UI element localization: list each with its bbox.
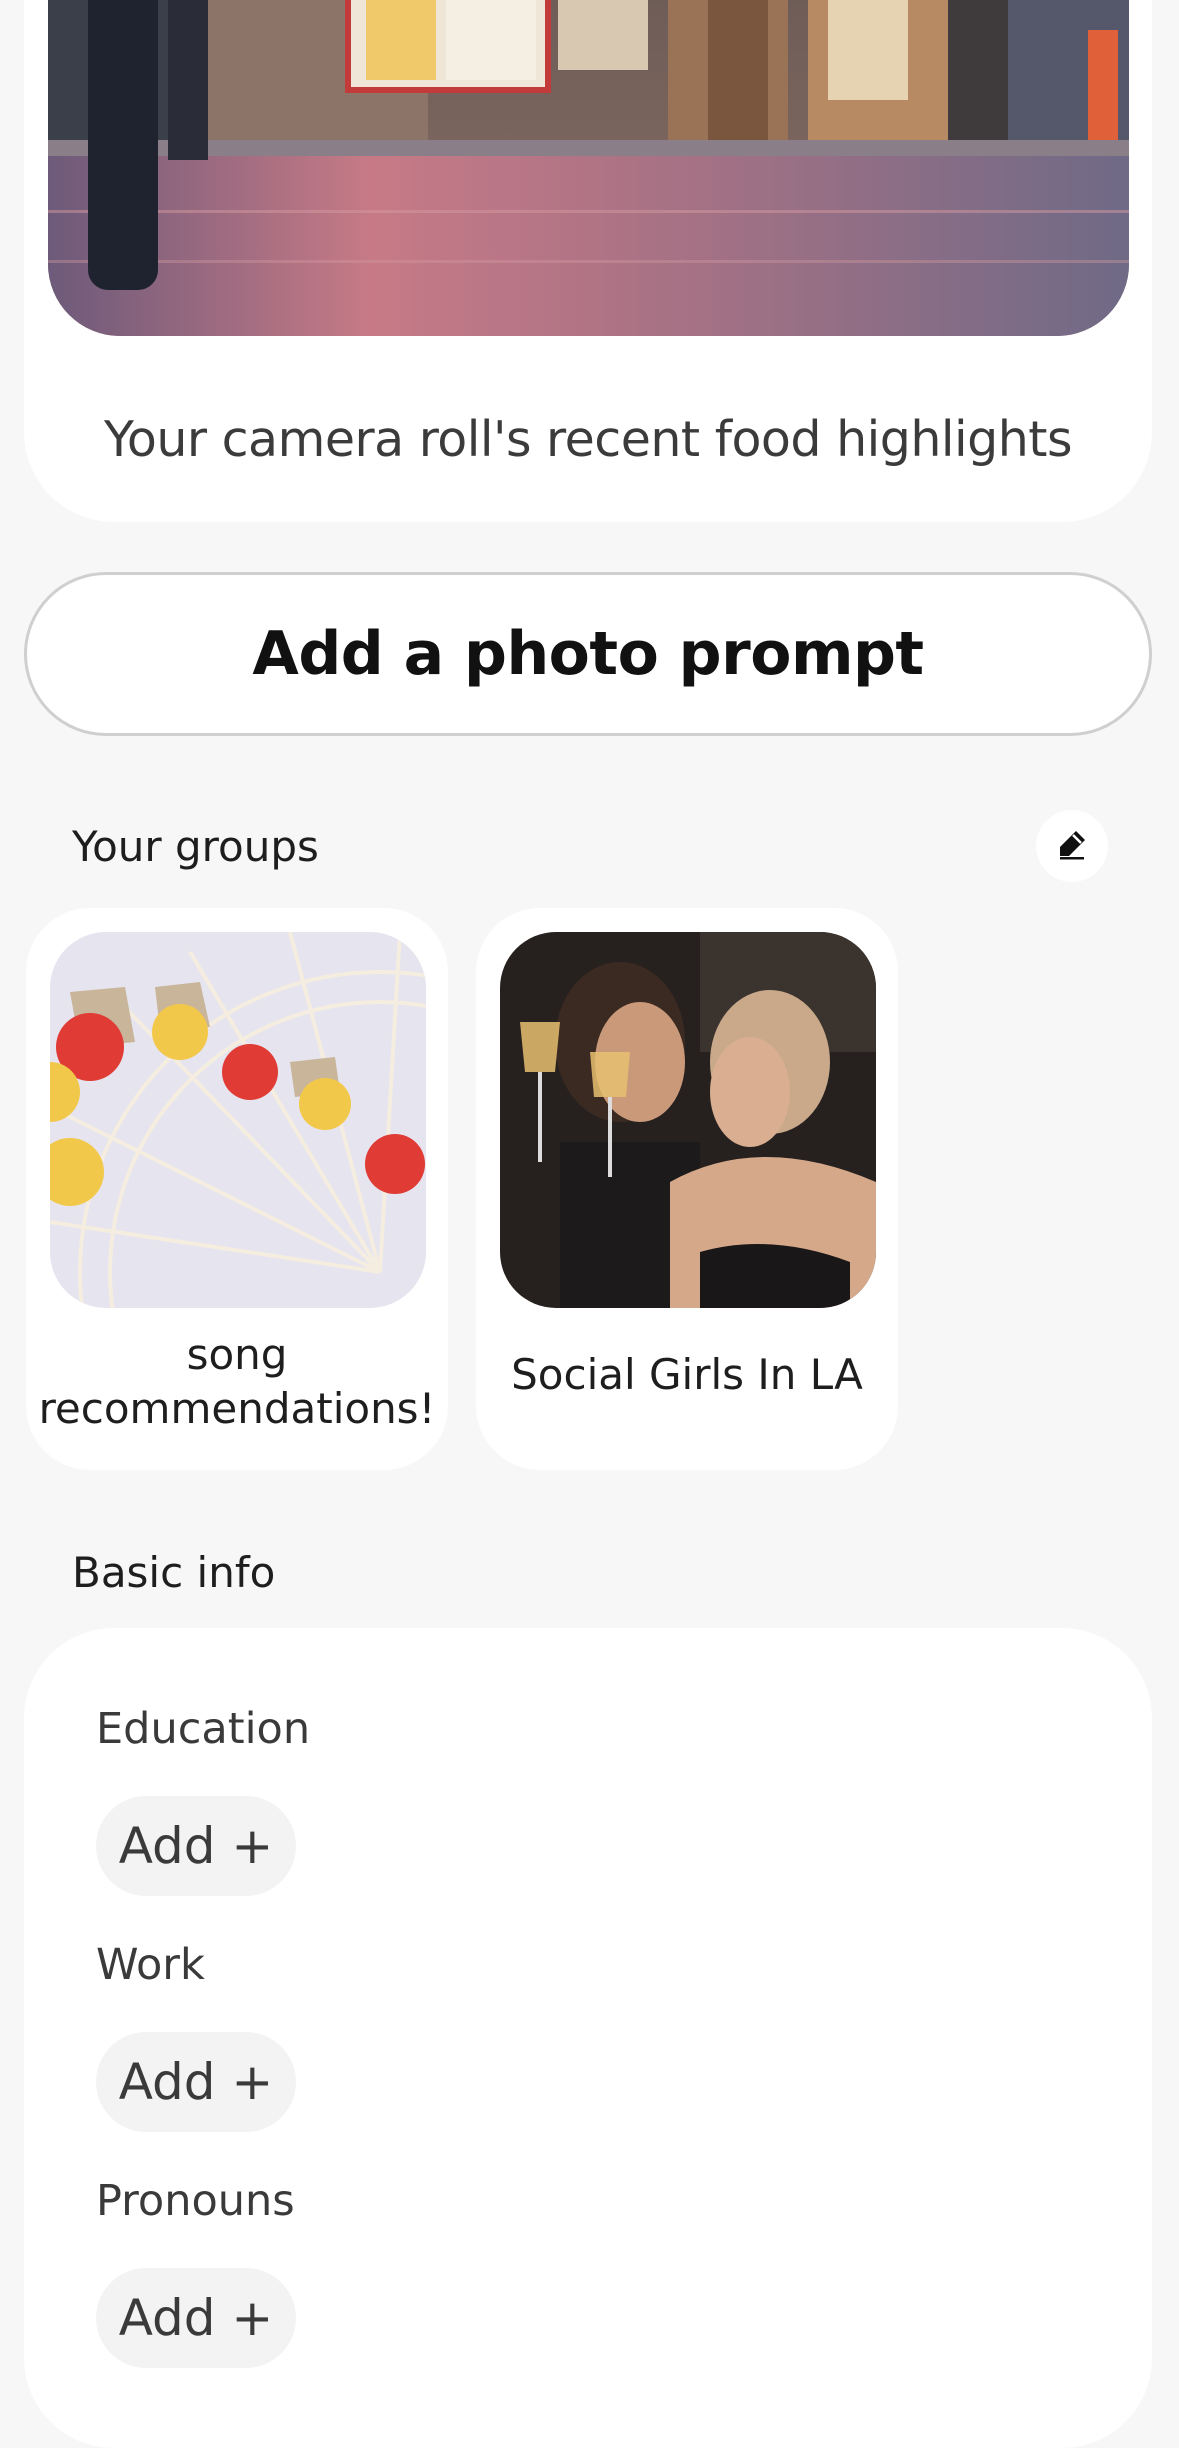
add-work-button[interactable]: Add +: [96, 2032, 296, 2132]
groups-section-title: Your groups: [72, 822, 319, 871]
prompt-caption: Your camera roll's recent food highlight…: [103, 411, 1073, 468]
add-pronouns-button[interactable]: Add +: [96, 2268, 296, 2368]
group-name: song recommendations!: [38, 1330, 436, 1433]
add-photo-prompt-button[interactable]: Add a photo prompt: [24, 572, 1152, 736]
group-card[interactable]: song recommendations!: [26, 908, 448, 1470]
pencil-icon: [1056, 828, 1088, 864]
basic-info-card: Education Add + Work Add + Pronouns Add …: [24, 1628, 1152, 2448]
basic-info-title: Basic info: [72, 1548, 276, 1597]
edit-groups-button[interactable]: [1036, 810, 1108, 882]
work-label: Work: [96, 1940, 205, 1990]
add-education-button[interactable]: Add +: [96, 1796, 296, 1896]
pronouns-label: Pronouns: [96, 2176, 295, 2226]
group-thumbnail: [500, 932, 876, 1308]
group-card[interactable]: Social Girls In LA: [476, 908, 898, 1470]
group-name: Social Girls In LA: [511, 1350, 863, 1399]
prompt-photo: [48, 0, 1129, 336]
photo-prompt-card[interactable]: Your camera roll's recent food highlight…: [24, 0, 1152, 522]
education-label: Education: [96, 1704, 311, 1754]
group-thumbnail: [50, 932, 426, 1308]
